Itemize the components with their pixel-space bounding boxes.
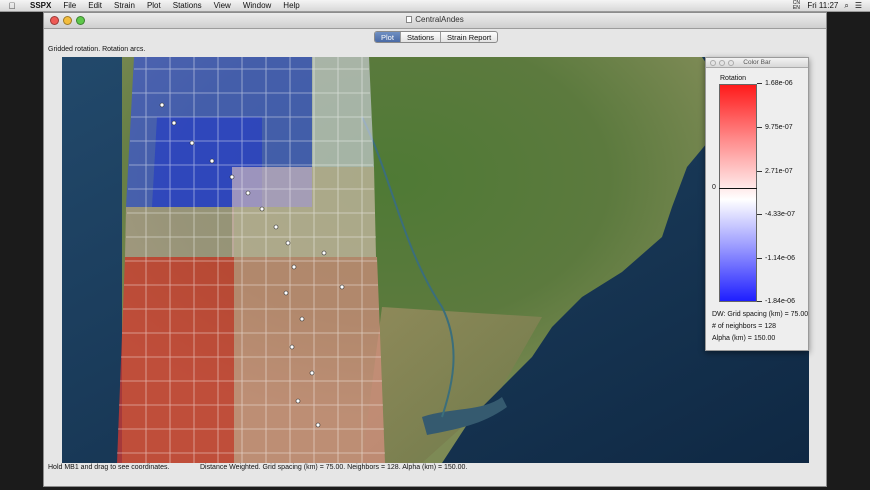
input-source-menu[interactable]: CN EN	[791, 0, 801, 11]
notification-list-icon[interactable]: ☰	[855, 1, 862, 10]
view-tabs: Plot Stations Strain Report	[374, 31, 499, 43]
menu-window[interactable]: Window	[237, 0, 277, 12]
tab-plot[interactable]: Plot	[375, 32, 401, 42]
plot-caption: Gridded rotation. Rotation arcs.	[48, 46, 146, 53]
color-gradient-bar	[719, 84, 757, 302]
color-bar-variable: Rotation	[720, 75, 747, 82]
menu-clock[interactable]: Fri 11:27	[807, 1, 838, 10]
tick-label-max: 1.68e-06	[757, 80, 793, 87]
window-title-text: CentralAndes	[415, 15, 464, 24]
tick-label-min: -1.84e-06	[757, 298, 795, 305]
status-hint: Hold MB1 and drag to see coordinates.	[48, 464, 170, 471]
stat-alpha: Alpha (km) = 150.00	[712, 335, 776, 342]
red-region-west	[117, 257, 234, 463]
map-canvas[interactable]	[62, 57, 809, 463]
menu-app-name[interactable]: SSPX	[24, 0, 57, 12]
tick-label-5: -1.14e-06	[757, 255, 795, 262]
menu-stations[interactable]: Stations	[167, 0, 208, 12]
window-titlebar[interactable]: CentralAndes	[44, 13, 826, 29]
zero-line	[719, 188, 757, 189]
spotlight-search-icon[interactable]: ⌕	[844, 1, 848, 11]
menu-plot[interactable]: Plot	[141, 0, 167, 12]
zero-label: 0	[712, 184, 716, 191]
document-icon	[406, 16, 413, 23]
stat-neighbors: # of neighbors = 128	[712, 323, 777, 330]
pale-region-middle	[232, 167, 376, 257]
window-title: CentralAndes	[44, 15, 826, 24]
tick-label-3: 2.71e-07	[757, 168, 793, 175]
menu-bar:  SSPX File Edit Strain Plot Stations Vi…	[0, 0, 870, 12]
menu-view[interactable]: View	[208, 0, 237, 12]
menu-strain[interactable]: Strain	[108, 0, 141, 12]
status-parameters: Distance Weighted. Grid spacing (km) = 7…	[200, 464, 468, 471]
stat-grid-spacing: DW: Grid spacing (km) = 75.00	[712, 311, 809, 318]
tick-label-4: -4.33e-07	[757, 211, 795, 218]
tab-strain-report[interactable]: Strain Report	[441, 32, 497, 42]
apple-menu-icon[interactable]: 	[0, 0, 24, 12]
menu-file[interactable]: File	[57, 0, 82, 12]
menu-edit[interactable]: Edit	[82, 0, 108, 12]
menu-help[interactable]: Help	[277, 0, 305, 12]
white-band-northeast	[312, 57, 374, 167]
color-bar-title: Color Bar	[743, 59, 771, 66]
color-bar-titlebar[interactable]: Color Bar	[706, 58, 808, 68]
tab-stations[interactable]: Stations	[401, 32, 442, 42]
input-flag-bottom: EN	[792, 4, 800, 11]
color-bar-panel: Color Bar Rotation 0 1.68e-06 9.75e-07 2…	[705, 57, 809, 351]
tick-label-2: 9.75e-07	[757, 124, 793, 131]
